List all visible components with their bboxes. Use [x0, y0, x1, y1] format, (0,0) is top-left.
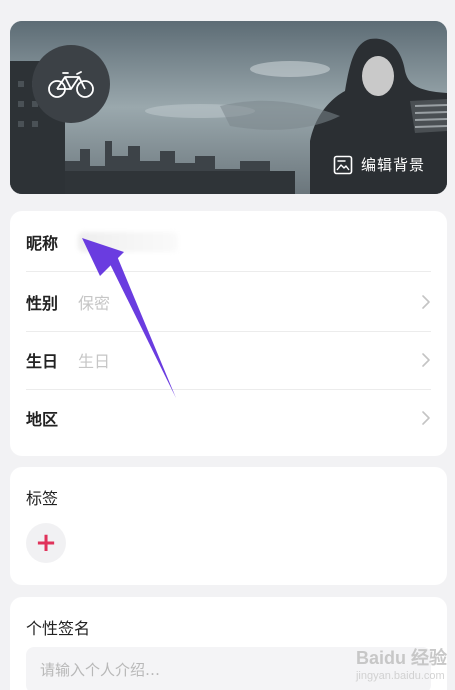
image-icon — [333, 155, 353, 175]
signature-title: 个性签名 — [26, 619, 91, 638]
row-gender[interactable]: 性别 保密 — [26, 273, 431, 332]
profile-edit-page: 编辑背景 昵称 性别 保密 生日 生日 地区 标签 + 个性签名 请输入个人介绍… — [0, 0, 455, 690]
nickname-label: 昵称 — [26, 234, 59, 253]
edit-background-label: 编辑背景 — [360, 156, 425, 174]
nickname-value-blurred — [78, 232, 178, 252]
region-label: 地区 — [26, 410, 59, 429]
bicycle-icon — [48, 71, 94, 98]
birthday-label: 生日 — [26, 352, 59, 371]
birthday-value: 生日 — [78, 352, 111, 371]
row-region[interactable]: 地区 — [26, 389, 431, 447]
chevron-right-icon — [422, 353, 430, 367]
profile-info-card: 昵称 性别 保密 生日 生日 地区 — [10, 211, 447, 456]
plus-icon: + — [35, 528, 57, 558]
watermark-url: jingyan.baidu.com — [355, 670, 445, 682]
row-nickname[interactable]: 昵称 — [26, 213, 431, 272]
gender-value: 保密 — [78, 294, 111, 313]
tags-card: 标签 + — [10, 467, 447, 585]
chevron-right-icon — [422, 411, 430, 425]
baidu-watermark: Baidu 经验 jingyan.baidu.com — [356, 644, 447, 682]
avatar[interactable] — [32, 45, 110, 123]
row-birthday[interactable]: 生日 生日 — [26, 331, 431, 390]
profile-banner[interactable]: 编辑背景 — [10, 21, 447, 194]
tags-title: 标签 — [26, 489, 59, 508]
chevron-right-icon — [422, 295, 430, 309]
gender-label: 性别 — [26, 294, 59, 313]
watermark-brand: Baidu 经验 — [355, 648, 447, 668]
add-tag-button[interactable]: + — [26, 523, 66, 563]
edit-background-button[interactable]: 编辑背景 — [333, 154, 425, 175]
